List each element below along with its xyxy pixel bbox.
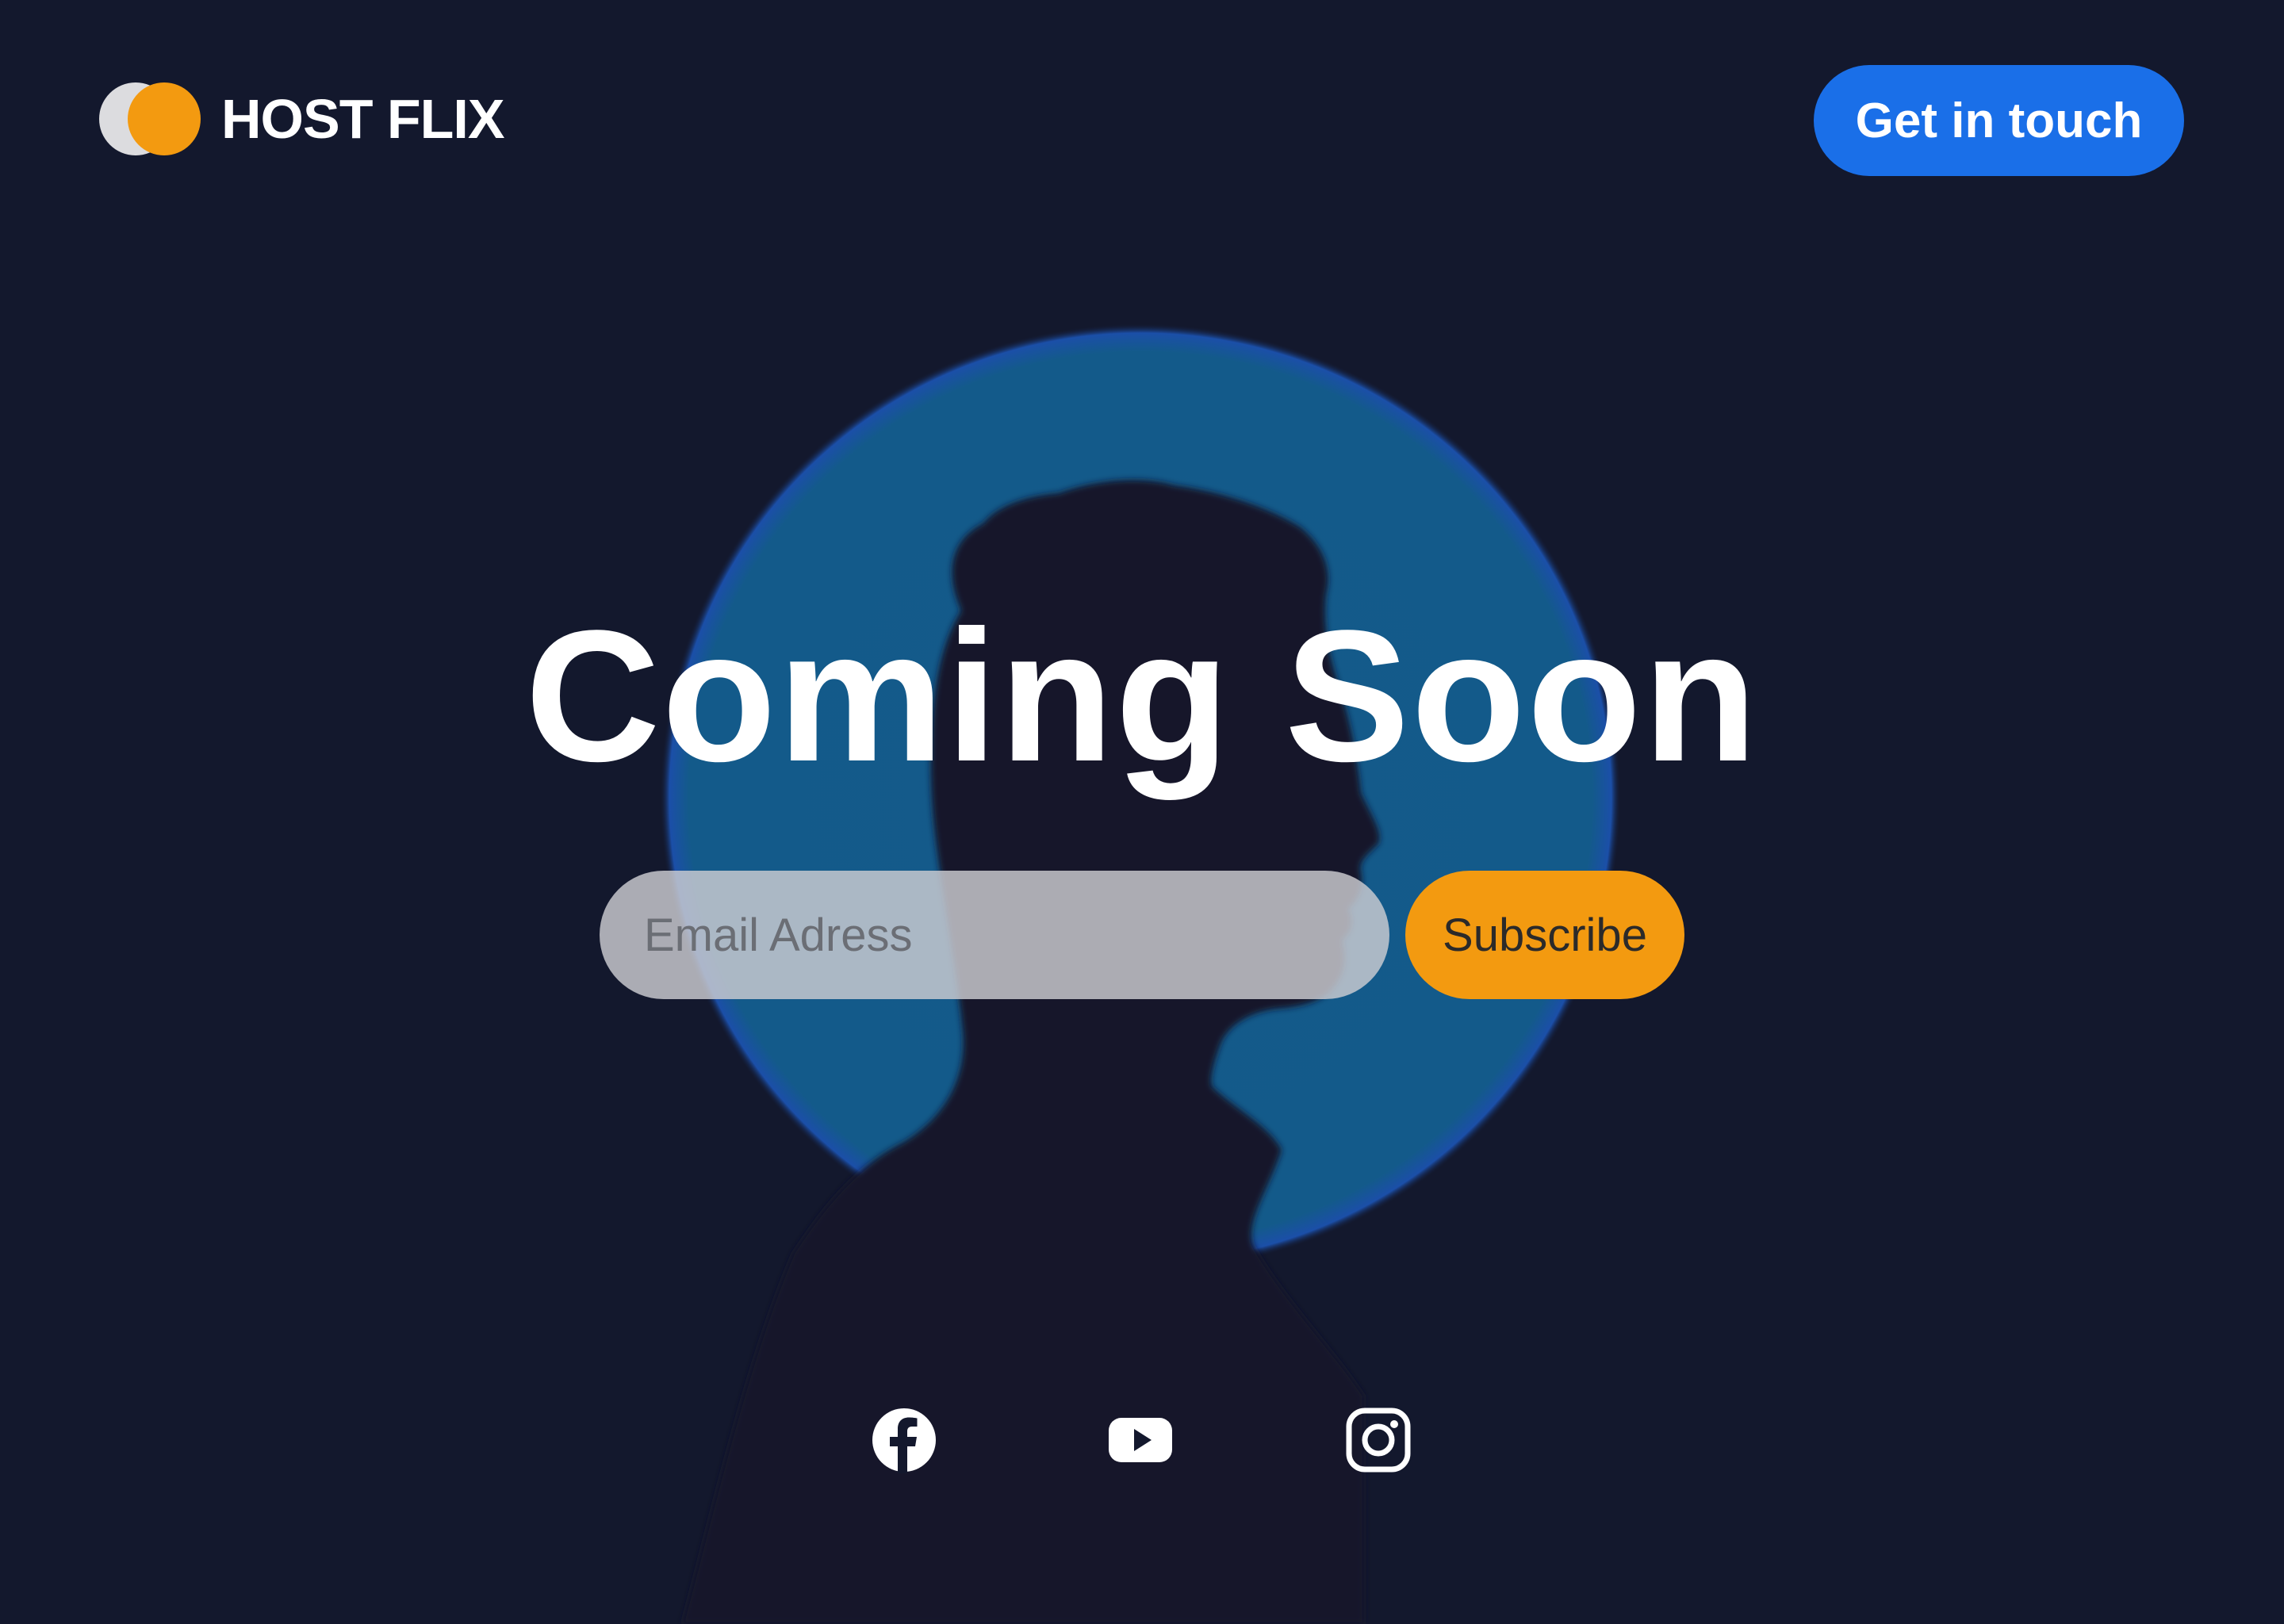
brand-name: HOST FLIX	[221, 88, 505, 150]
page-title: Coming Soon	[525, 592, 1759, 801]
subscribe-button[interactable]: Subscribe	[1405, 871, 1684, 999]
youtube-icon	[1109, 1418, 1172, 1462]
instagram-link[interactable]	[1345, 1407, 1412, 1473]
email-field[interactable]	[600, 871, 1389, 999]
instagram-icon	[1346, 1408, 1411, 1473]
youtube-link[interactable]	[1107, 1407, 1174, 1473]
hero-silhouette-image	[660, 324, 1621, 1624]
coming-soon-page: HOST FLIX Get in touch Coming Soon Subsc…	[0, 0, 2284, 1624]
brand-logo[interactable]: HOST FLIX	[99, 82, 505, 155]
two-overlapping-circles-logo-icon	[99, 82, 201, 155]
facebook-link[interactable]	[871, 1407, 937, 1473]
get-in-touch-button[interactable]: Get in touch	[1814, 65, 2184, 176]
facebook-icon	[872, 1408, 936, 1473]
